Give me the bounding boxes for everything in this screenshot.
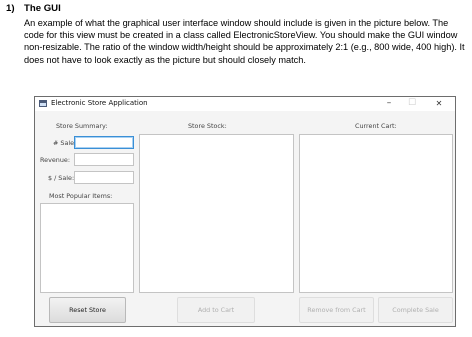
maximize-icon[interactable]: ☐ (401, 97, 423, 111)
reset-store-button[interactable]: Reset Store (49, 297, 126, 323)
revenue-field[interactable] (74, 153, 134, 166)
remove-from-cart-button[interactable]: Remove from Cart (299, 297, 374, 323)
store-stock-list[interactable] (139, 134, 294, 293)
current-cart-list[interactable] (299, 134, 453, 293)
store-stock-title: Store Stock: (188, 122, 227, 130)
section-heading: 1) The GUI (6, 3, 61, 14)
revenue-label: Revenue: (40, 156, 70, 164)
most-popular-list[interactable] (40, 203, 134, 293)
window-title: Electronic Store Application (51, 99, 148, 107)
app-window: Electronic Store Application – ☐ ✕ Store… (34, 96, 456, 327)
app-window-icon (39, 100, 47, 107)
sales-field[interactable] (74, 136, 134, 149)
add-to-cart-button[interactable]: Add to Cart (177, 297, 255, 323)
per-sale-field[interactable] (74, 171, 134, 184)
complete-sale-button[interactable]: Complete Sale (378, 297, 453, 323)
title-bar: Electronic Store Application – ☐ ✕ (35, 97, 455, 111)
instructions-paragraph: An example of what the graphical user in… (24, 18, 465, 65)
minimize-icon[interactable]: – (378, 97, 400, 111)
per-sale-label: $ / Sale: (48, 174, 75, 182)
section-number: 1) (6, 3, 15, 14)
section-title: The GUI (24, 3, 61, 14)
most-popular-label: Most Popular Items: (49, 192, 113, 200)
current-cart-title: Current Cart: (355, 122, 397, 130)
store-summary-title: Store Summary: (56, 122, 108, 130)
close-icon[interactable]: ✕ (428, 97, 450, 111)
